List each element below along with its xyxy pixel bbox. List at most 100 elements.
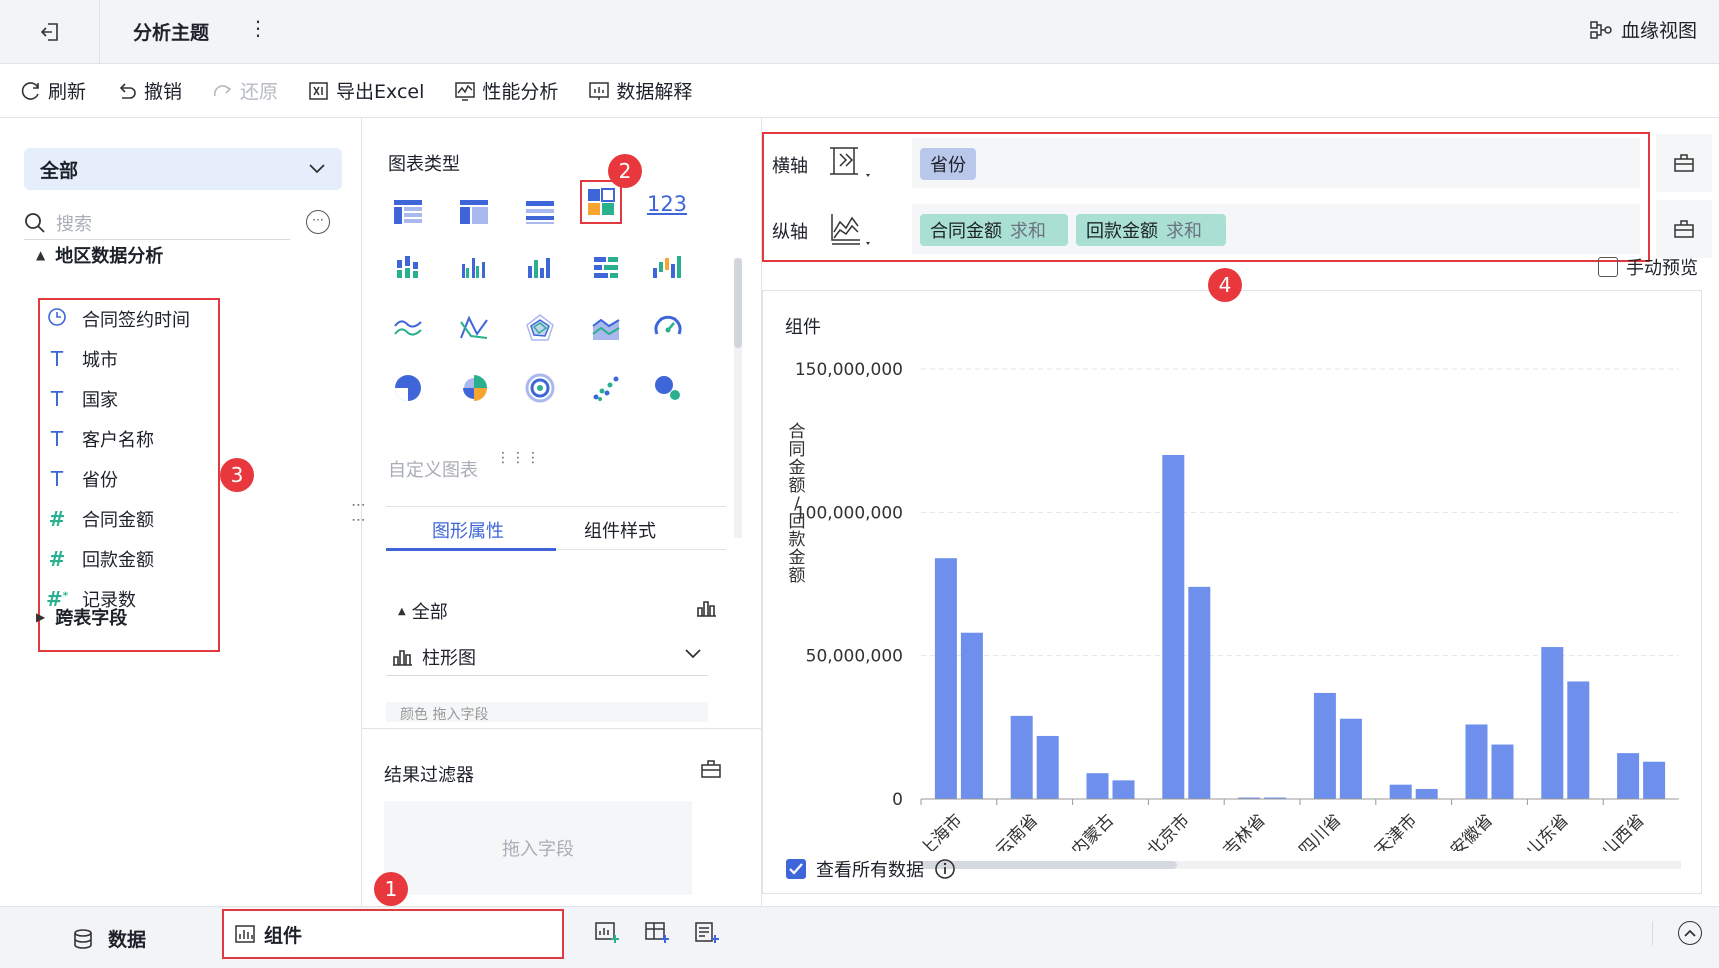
field-label: 合同签约时间 <box>82 310 190 331</box>
y-axis-type-button[interactable] <box>826 210 874 255</box>
group-cross-table[interactable]: ▶ 跨表字段 <box>36 604 127 630</box>
performance-icon <box>455 81 476 101</box>
chevron-down-icon <box>685 649 701 659</box>
add-table-button[interactable] <box>644 921 670 950</box>
field-item-country[interactable]: T 国家 <box>46 386 118 412</box>
chart-type-kpi[interactable]: 123 <box>644 184 690 224</box>
undo-icon <box>119 82 136 99</box>
back-button[interactable] <box>0 0 100 64</box>
x-axis-row: 横轴 省份 <box>764 134 1648 192</box>
field-search-input[interactable]: 搜索 <box>24 206 290 240</box>
search-more-button[interactable]: ··· <box>306 210 330 234</box>
group-regional-analysis[interactable]: ▲ 地区数据分析 <box>36 242 163 268</box>
chart-type-detail-table[interactable] <box>520 192 560 232</box>
custom-chart-link[interactable]: 自定义图表 <box>388 456 478 482</box>
x-axis-settings-button[interactable] <box>1656 134 1712 192</box>
field-item-payment-amount[interactable]: # 回款金额 <box>46 546 154 572</box>
y-axis-settings-button[interactable] <box>1656 200 1712 258</box>
pill-label: 省份 <box>930 155 966 176</box>
chart-type-area[interactable] <box>586 308 626 348</box>
redo-button[interactable]: 还原 <box>212 77 278 104</box>
scope-dropdown[interactable]: 全部 <box>24 148 342 190</box>
toolbar: 刷新 撤销 还原 导出Excel 性能分析 数据解释 <box>0 64 1719 118</box>
chart-type-horizontal-bar[interactable] <box>586 248 626 288</box>
chart-type-radar[interactable] <box>520 308 560 348</box>
field-item-contract-amount[interactable]: # 合同金额 <box>46 506 154 532</box>
chart-type-line[interactable] <box>388 308 428 348</box>
field-item-province[interactable]: T 省份 <box>46 466 118 492</box>
data-explain-button[interactable]: 数据解释 <box>588 77 692 104</box>
active-tab-indicator <box>386 548 556 551</box>
y-axis-field-payment-amount[interactable]: 回款金额 求和 <box>1076 214 1226 246</box>
section-all[interactable]: ▲ 全部 <box>398 598 448 624</box>
performance-button[interactable]: 性能分析 <box>454 77 558 104</box>
data-explain-label: 数据解释 <box>616 81 693 103</box>
view-all-data-checkbox[interactable] <box>786 859 806 879</box>
scatter-icon <box>593 376 619 401</box>
add-table-icon <box>645 922 669 943</box>
y-axis-dropzone[interactable]: 合同金额 求和 回款金额 求和 <box>912 204 1640 254</box>
chart-type-gauge[interactable] <box>648 308 688 348</box>
add-chart-button[interactable] <box>594 921 620 950</box>
view-all-data-toggle[interactable]: 查看所有数据 <box>786 856 956 882</box>
chart-type-custom-layout[interactable] <box>580 180 622 224</box>
result-filter-dropzone[interactable]: 拖入字段 <box>384 801 692 895</box>
manual-preview-checkbox[interactable] <box>1598 257 1618 277</box>
field-label: 省份 <box>82 470 118 491</box>
undo-button[interactable]: 撤销 <box>116 77 182 104</box>
chart-type-stacked-bar[interactable] <box>388 248 428 288</box>
manual-preview-toggle[interactable]: 手动预览 <box>1598 254 1698 280</box>
result-filter-section: 结果过滤器 拖入字段 <box>362 728 762 906</box>
field-item-city[interactable]: T 城市 <box>46 346 118 372</box>
chart-type-cross-line[interactable] <box>454 308 494 348</box>
chart-type-pie[interactable] <box>388 368 428 408</box>
chart-type-multi-ring[interactable] <box>520 368 560 408</box>
chart-type-scatter[interactable] <box>586 368 626 408</box>
tab-component-style[interactable]: 组件样式 <box>584 517 656 543</box>
x-axis-dropzone[interactable]: 省份 <box>912 138 1640 188</box>
refresh-icon <box>21 81 39 100</box>
chart-type-rose[interactable] <box>454 368 494 408</box>
step-marker-1: 1 <box>374 872 408 906</box>
chart-style-select[interactable]: 柱形图 <box>386 638 708 676</box>
gauge-icon <box>654 315 682 335</box>
bubble-icon <box>655 376 680 400</box>
field-item-customer[interactable]: T 客户名称 <box>46 426 154 452</box>
color-field-drop[interactable]: 颜色 拖入字段 <box>386 702 708 722</box>
scrollbar-thumb[interactable] <box>921 861 1177 869</box>
chart-type-table[interactable] <box>388 192 428 232</box>
refresh-button[interactable]: 刷新 <box>20 77 86 104</box>
bar <box>1112 780 1135 799</box>
scrollbar-thumb[interactable] <box>734 258 742 348</box>
horizontal-bar-icon <box>594 257 618 278</box>
y-axis-field-contract-amount[interactable]: 合同金额 求和 <box>920 214 1068 246</box>
x-tick-label: 云南省 <box>992 810 1042 851</box>
chart-type-cross-table[interactable] <box>454 192 494 232</box>
filter-settings-icon[interactable] <box>700 759 722 784</box>
add-filter-button[interactable] <box>694 921 720 950</box>
chart-horizontal-scrollbar[interactable] <box>921 861 1681 869</box>
check-icon <box>789 863 803 875</box>
component-tab[interactable]: 组件 <box>222 909 564 959</box>
chart-type-bubble[interactable] <box>648 368 688 408</box>
data-tab[interactable]: 数据 <box>72 925 146 952</box>
title-bar: 分析主题 ⋮ 血缘视图 <box>0 0 1719 64</box>
chart-type-scrollbar[interactable] <box>734 258 742 538</box>
y-tick-label: 100,000,000 <box>795 503 903 523</box>
lineage-view-button[interactable]: 血缘视图 <box>1589 16 1697 43</box>
tab-graphic-properties[interactable]: 图形属性 <box>432 517 504 543</box>
collapse-button[interactable] <box>1678 921 1702 945</box>
area-icon <box>592 318 620 340</box>
search-placeholder: 搜索 <box>56 213 92 235</box>
x-axis-field-province[interactable]: 省份 <box>920 148 976 180</box>
bar-chart-small-icon[interactable] <box>696 598 718 623</box>
more-menu-button[interactable]: ⋮ <box>248 16 268 40</box>
export-excel-button[interactable]: 导出Excel <box>308 77 424 104</box>
chart-type-bar[interactable] <box>520 248 560 288</box>
resize-handle[interactable]: ⋮⋮⋮ <box>496 450 541 466</box>
chart-type-waterfall[interactable] <box>644 248 690 288</box>
x-axis-type-button[interactable] <box>826 144 874 189</box>
info-icon[interactable] <box>934 858 956 880</box>
field-item-contract-time[interactable]: 合同签约时间 <box>46 306 190 332</box>
chart-type-grouped-bar[interactable] <box>454 248 494 288</box>
